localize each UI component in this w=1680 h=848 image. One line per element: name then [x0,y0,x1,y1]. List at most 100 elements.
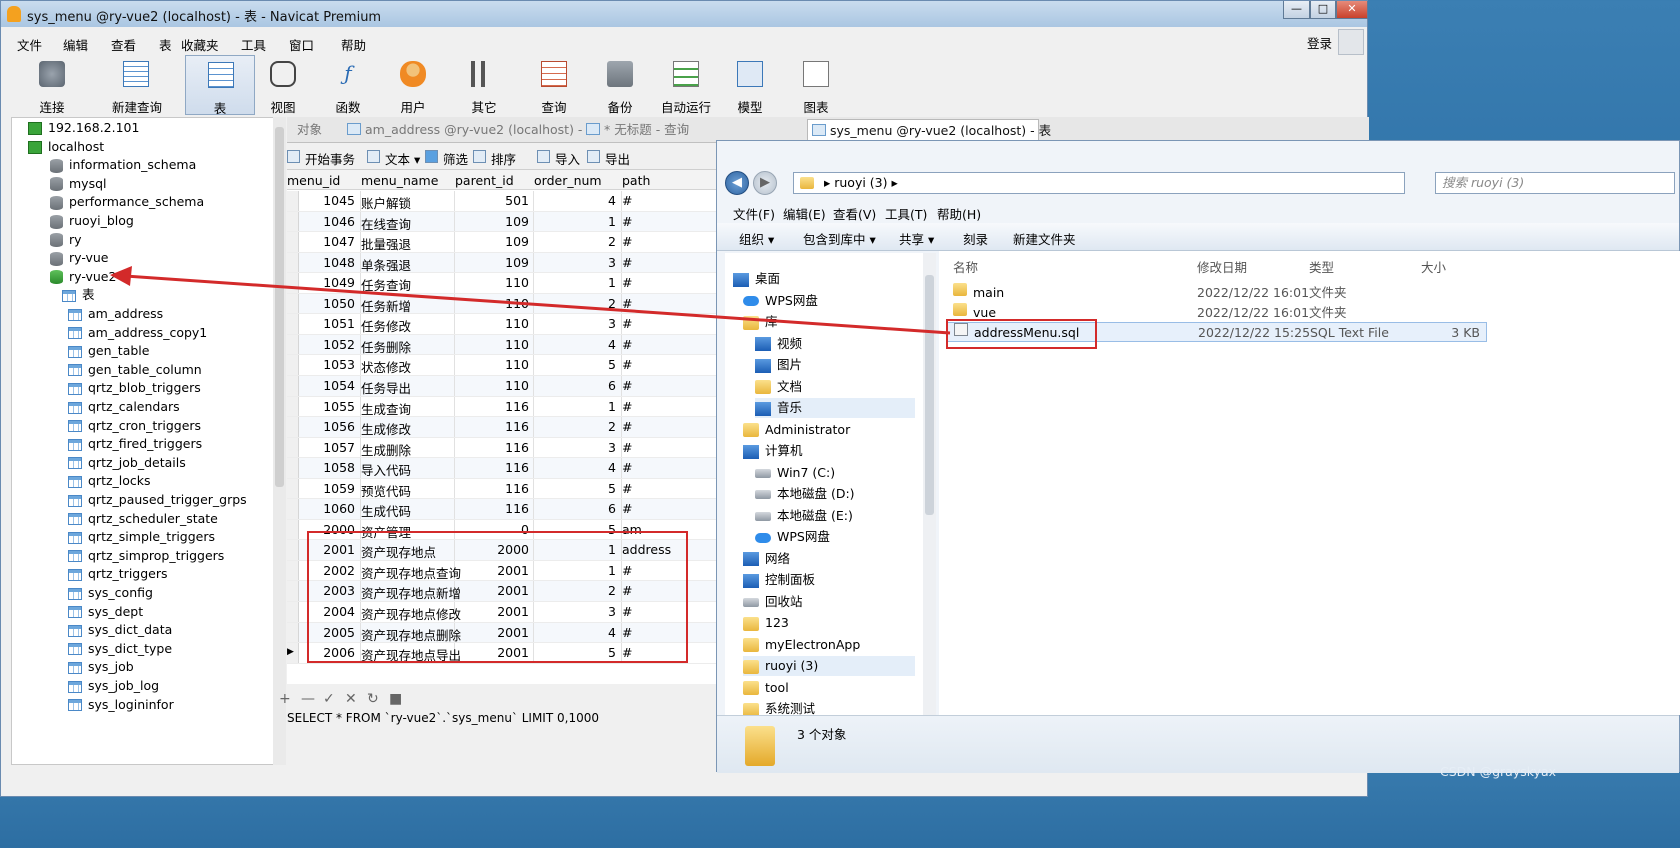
share-button[interactable]: 共享 ▾ [899,229,934,248]
auto-run-button[interactable]: 自动运行 [651,55,721,115]
grid-cell[interactable]: 生成查询 [361,399,451,418]
grid-cell[interactable]: # [622,460,712,475]
table-row[interactable]: 1046 在线查询 109 1 # [287,211,717,233]
table-node[interactable]: sys_config [68,583,153,602]
grid-cell[interactable]: 1056 [287,419,355,434]
grid-cell[interactable]: 1045 [287,193,355,208]
grid-cell[interactable]: 状态修改 [361,357,451,376]
grid-cell[interactable]: 任务查询 [361,275,451,294]
sort-button[interactable]: 排序 [473,149,516,168]
header-size[interactable]: 大小 [1421,257,1446,276]
query-button[interactable]: 查询 [519,55,589,115]
table-node[interactable]: am_address [68,304,163,323]
connect-button[interactable]: 连接 [17,55,87,115]
view-button[interactable]: 视图 [248,55,318,115]
grid-cell[interactable]: 生成删除 [361,440,451,459]
table-row[interactable]: 1047 批量强退 109 2 # [287,232,717,253]
avatar[interactable] [1338,29,1364,55]
nav-scrollbar[interactable] [923,253,936,715]
menu-tools[interactable]: 工具 [241,35,266,54]
table-node[interactable]: qrtz_job_details [68,453,186,472]
table-node[interactable]: qrtz_simple_triggers [68,527,215,546]
table-row[interactable]: 1049 任务查询 110 1 # [287,273,717,294]
grid-cell[interactable]: 1 [534,214,616,229]
table-node[interactable]: qrtz_simprop_triggers [68,546,224,565]
grid-cell[interactable]: 110 [455,337,529,352]
tab-am-address[interactable]: am_address @ry-vue2 (localhost) - 表 [343,119,599,143]
table-node[interactable]: qrtz_locks [68,471,151,490]
grid-cell[interactable]: # [622,234,712,249]
nav-item[interactable]: 视频 [755,334,915,354]
grid-cell[interactable]: # [622,399,712,414]
nav-item[interactable]: 桌面 [733,269,915,289]
tree-node[interactable]: ry [50,230,82,249]
table-row[interactable]: 1050 任务新增 110 2 # [287,293,717,315]
grid-cell[interactable]: 1054 [287,378,355,393]
nav-item[interactable]: ruoyi (3) [743,656,915,676]
other-button[interactable]: 其它 [449,55,519,115]
grid-cell[interactable]: 4 [534,193,616,208]
table-row[interactable]: 1060 生成代码 116 6 # [287,499,717,520]
grid-cell[interactable]: 导入代码 [361,460,451,479]
include-in-library-button[interactable]: 包含到库中 ▾ [803,229,876,248]
nav-item[interactable]: 图片 [755,355,915,375]
menu-help[interactable]: 帮助(H) [937,204,981,223]
grid-cell[interactable]: 1051 [287,316,355,331]
login-link[interactable]: 登录 [1307,33,1332,52]
grid-cell[interactable]: 6 [534,501,616,516]
grid-cell[interactable]: 1058 [287,460,355,475]
menu-edit[interactable]: 编辑(E) [783,204,826,223]
menu-table[interactable]: 表 [159,35,172,54]
tab-untitled-query[interactable]: * 无标题 - 查询 [582,119,689,143]
grid-cell[interactable]: 批量强退 [361,234,451,253]
grid-cell[interactable]: 2 [534,419,616,434]
col-parent-id[interactable]: parent_id [455,173,514,188]
grid-cell[interactable]: 4 [534,460,616,475]
grid-cell[interactable]: # [622,337,712,352]
nav-item[interactable]: tool [743,678,915,698]
grid-cell[interactable]: 1050 [287,296,355,311]
tree-node[interactable]: performance_schema [50,192,204,211]
table-node[interactable]: qrtz_fired_triggers [68,434,202,453]
nav-item[interactable]: 本地磁盘 (D:) [755,484,915,504]
table-node[interactable]: qrtz_paused_trigger_grps [68,490,247,509]
grid-cell[interactable]: # [622,378,712,393]
col-path[interactable]: path [622,173,650,188]
table-row[interactable]: 1057 生成删除 116 3 # [287,437,717,459]
function-button[interactable]: ƒ 函数 [313,55,383,115]
grid-cell[interactable]: 3 [534,440,616,455]
new-query-button[interactable]: 新建查询 [93,55,181,115]
menu-tools[interactable]: 工具(T) [885,204,927,223]
grid-cell[interactable]: 3 [534,255,616,270]
grid-cell[interactable]: # [622,296,712,311]
header-date[interactable]: 修改日期 [1197,257,1247,276]
grid-cell[interactable]: # [622,214,712,229]
table-row[interactable]: 1048 单条强退 109 3 # [287,252,717,274]
menu-file[interactable]: 文件(F) [733,204,775,223]
grid-cell[interactable]: 6 [534,378,616,393]
grid-cell[interactable]: 1048 [287,255,355,270]
col-menu-id[interactable]: menu_id [287,173,340,188]
grid-cell[interactable]: 110 [455,275,529,290]
grid-cell[interactable]: # [622,275,712,290]
grid-cell[interactable]: 110 [455,316,529,331]
nav-item[interactable]: 控制面板 [743,570,915,590]
back-button[interactable]: ◀ [725,171,749,195]
table-row[interactable]: 1053 状态修改 110 5 # [287,355,717,376]
file-row[interactable]: main 2022/12/22 16:01 文件夹 [947,283,1487,303]
nav-item[interactable]: 本地磁盘 (E:) [755,506,915,526]
grid-cell[interactable]: 1 [534,399,616,414]
grid-cell[interactable]: 生成修改 [361,419,451,438]
discard-button[interactable]: ✕ [345,691,357,707]
grid-cell[interactable]: 5 [534,481,616,496]
tree-node[interactable]: localhost [28,137,104,156]
grid-cell[interactable]: 116 [455,501,529,516]
col-menu-name[interactable]: menu_name [361,173,438,188]
grid-cell[interactable]: 2 [534,296,616,311]
user-button[interactable]: 用户 [378,55,448,115]
nav-item[interactable]: 计算机 [743,441,915,461]
burn-button[interactable]: 刻录 [963,229,988,248]
grid-cell[interactable]: 501 [455,193,529,208]
table-node[interactable]: sys_job_log [68,676,159,695]
grid-cell[interactable]: 任务导出 [361,378,451,397]
